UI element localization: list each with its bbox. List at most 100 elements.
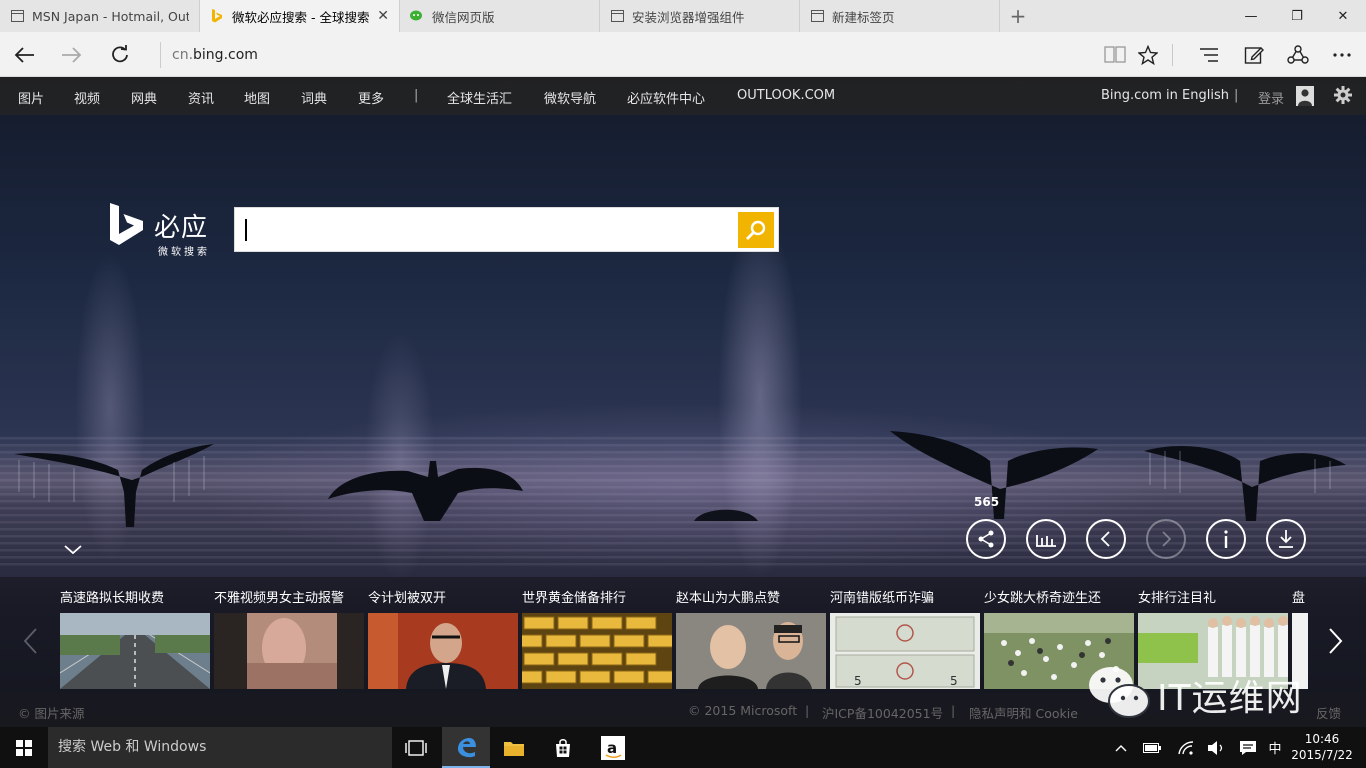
more-actions-icon[interactable]	[1327, 40, 1357, 70]
svg-text:5: 5	[950, 674, 958, 688]
nav-dictionary[interactable]: 词典	[301, 88, 327, 107]
volume-icon[interactable]	[1204, 727, 1228, 768]
url-host: bing.com	[193, 47, 258, 63]
page-icon	[10, 9, 24, 23]
news-title: 女排行注目礼	[1138, 591, 1217, 606]
download-icon	[1279, 530, 1293, 548]
taskbar-search[interactable]: 搜索 Web 和 Windows	[48, 727, 392, 768]
tab-new[interactable]: 新建标签页	[800, 0, 1000, 32]
windows-logo-icon	[16, 739, 32, 756]
maximize-button[interactable]: ❐	[1274, 0, 1320, 32]
nav-maps[interactable]: 地图	[244, 88, 270, 107]
nav-global-life[interactable]: 全球生活汇	[447, 88, 512, 107]
share-image-button[interactable]	[966, 519, 1006, 559]
news-item[interactable]: 不雅视频男女主动报警	[214, 587, 364, 691]
news-item[interactable]: 高速路拟长期收费	[60, 587, 210, 691]
new-tab-button[interactable]: +	[1000, 0, 1036, 32]
news-next-button[interactable]	[1320, 621, 1350, 661]
show-hidden-icons-button[interactable]	[1110, 727, 1132, 768]
image-info-button[interactable]	[1206, 519, 1246, 559]
edge-app[interactable]	[442, 727, 490, 768]
copyright-text: © 2015 Microsoft	[688, 703, 798, 718]
news-item[interactable]: 令计划被双开	[368, 587, 518, 691]
tab-title: 微软必应搜索 - 全球搜索	[232, 9, 370, 25]
user-avatar-icon[interactable]	[1296, 86, 1314, 110]
search-button[interactable]	[738, 212, 774, 248]
image-source-link[interactable]: © 图片来源	[18, 703, 84, 722]
chevron-down-icon[interactable]	[64, 545, 82, 555]
search-input[interactable]	[245, 216, 725, 244]
favorite-star-icon[interactable]	[1133, 40, 1163, 70]
taskbar: 搜索 Web 和 Windows a 中 10:46 2015/7/22	[0, 727, 1366, 768]
svg-text:a: a	[607, 739, 617, 757]
next-image-button[interactable]	[1146, 519, 1186, 559]
news-title: 世界黄金储备排行	[522, 591, 627, 606]
url-prefix: cn.	[172, 47, 194, 63]
logo-subtitle: 微软搜索	[158, 247, 210, 258]
previous-image-button[interactable]	[1086, 519, 1126, 559]
news-title: 高速路拟长期收费	[60, 591, 165, 606]
ime-indicator[interactable]: 中	[1264, 727, 1286, 768]
address-bar: cn.bing.com	[0, 32, 1366, 77]
tab-wechat[interactable]: 微信网页版	[400, 0, 600, 32]
news-item[interactable]: 世界黄金储备排行	[522, 587, 672, 691]
refresh-button[interactable]	[102, 38, 138, 72]
forward-button[interactable]	[54, 38, 90, 72]
bing-logo[interactable]: 必应 微软搜索	[108, 203, 220, 259]
quiz-button[interactable]	[1026, 519, 1066, 559]
task-view-button[interactable]	[392, 727, 440, 768]
battery-icon[interactable]	[1140, 727, 1164, 768]
share-icon[interactable]	[1283, 40, 1313, 70]
clock-time: 10:46	[1304, 732, 1340, 746]
icp-link[interactable]: 沪ICP备10042051号	[822, 703, 943, 722]
amazon-app[interactable]: a	[589, 727, 637, 768]
nav-more[interactable]: 更多	[358, 88, 384, 107]
page-icon	[810, 9, 824, 23]
english-link[interactable]: Bing.com in English	[1101, 88, 1229, 103]
privacy-link[interactable]: 隐私声明和 Cookie	[969, 703, 1078, 722]
nav-ms-navigation[interactable]: 微软导航	[544, 88, 596, 107]
tab-msn[interactable]: MSN Japan - Hotmail, Outlook	[0, 0, 200, 32]
store-app[interactable]	[539, 727, 587, 768]
action-center-icon[interactable]	[1236, 727, 1260, 768]
watermark: IT运维网	[1085, 663, 1345, 725]
folder-icon	[504, 741, 524, 756]
news-thumbnail	[522, 613, 672, 689]
whale-tail-image	[1144, 446, 1346, 521]
close-tab-icon[interactable]: ✕	[377, 8, 389, 24]
nav-wiki[interactable]: 网典	[131, 88, 157, 107]
news-title: 河南错版纸币诈骗	[830, 591, 935, 606]
news-title: 少女跳大桥奇迹生还	[984, 591, 1102, 606]
tab-install[interactable]: 安装浏览器增强组件	[600, 0, 800, 32]
download-image-button[interactable]	[1266, 519, 1306, 559]
nav-news[interactable]: 资讯	[188, 88, 214, 107]
file-explorer-app[interactable]	[490, 727, 538, 768]
start-button[interactable]	[0, 727, 48, 768]
clock[interactable]: 10:46 2015/7/22	[1290, 731, 1354, 763]
footer-divider: |	[951, 703, 956, 718]
close-window-button[interactable]: ✕	[1320, 0, 1366, 32]
window-controls: — ❐ ✕	[1228, 0, 1366, 32]
image-counter: 565	[974, 495, 1000, 509]
minimize-button[interactable]: —	[1228, 0, 1274, 32]
reading-view-icon[interactable]	[1100, 40, 1130, 70]
web-note-icon[interactable]	[1239, 40, 1269, 70]
nav-outlook[interactable]: OUTLOOK.COM	[737, 88, 835, 103]
bing-homepage: 图片 视频 网典 资讯 地图 词典 更多 | 全球生活汇 微软导航 必应软件中心…	[0, 77, 1366, 727]
settings-gear-icon[interactable]	[1334, 86, 1352, 108]
wifi-icon[interactable]	[1174, 727, 1198, 768]
back-button[interactable]	[6, 38, 42, 72]
news-prev-button[interactable]	[16, 621, 46, 661]
tab-bing[interactable]: 微软必应搜索 - 全球搜索 ✕	[200, 0, 400, 32]
hub-icon[interactable]	[1194, 40, 1224, 70]
nav-software-center[interactable]: 必应软件中心	[627, 88, 705, 107]
nav-images[interactable]: 图片	[18, 88, 44, 107]
news-item[interactable]: 赵本山为大鹏点赞	[676, 587, 826, 691]
news-item[interactable]: 河南错版纸币诈骗 5 5	[830, 587, 980, 691]
tab-strip: MSN Japan - Hotmail, Outlook 微软必应搜索 - 全球…	[0, 0, 1366, 32]
nav-videos[interactable]: 视频	[74, 88, 100, 107]
quiz-chart-icon	[1036, 535, 1056, 547]
url-field[interactable]: cn.bing.com	[160, 42, 258, 68]
news-thumbnail: 5 5	[830, 613, 980, 689]
signin-link[interactable]: 登录	[1258, 88, 1284, 107]
